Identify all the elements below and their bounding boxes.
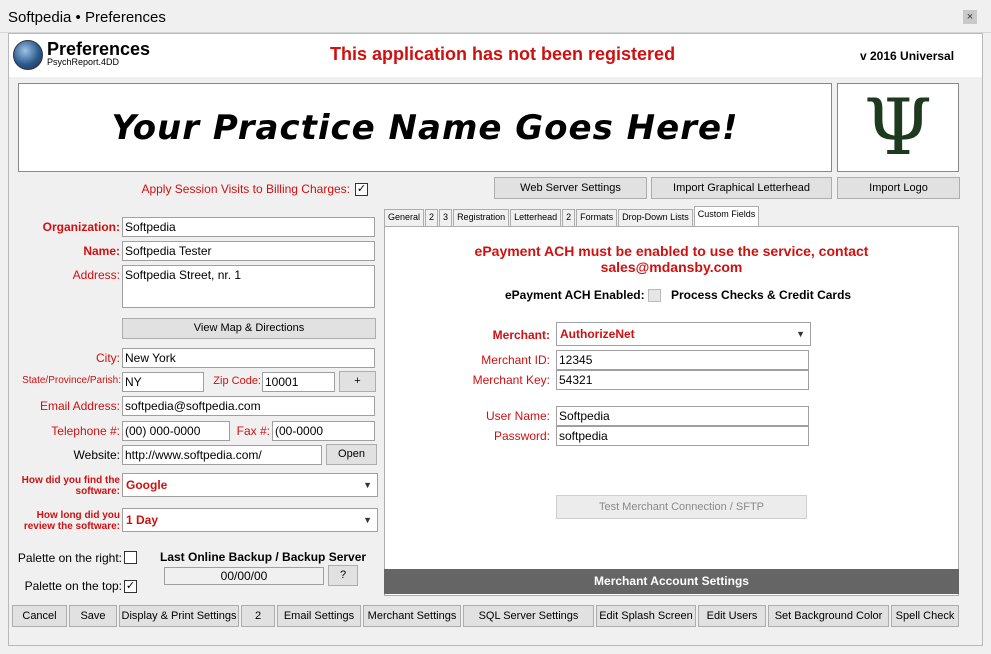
name-field[interactable]: Softpedia Tester — [122, 241, 375, 261]
globe-icon — [13, 40, 43, 70]
merchant-key-label: Merchant Key: — [472, 373, 550, 387]
telephone-label: Telephone #: — [51, 424, 120, 438]
import-letterhead-button[interactable]: Import Graphical Letterhead — [651, 177, 832, 199]
password-label: Password: — [493, 429, 550, 443]
add-zip-button[interactable]: + — [339, 371, 376, 392]
email-settings-button[interactable]: Email Settings — [277, 605, 361, 627]
tab-general-2[interactable]: 2 — [425, 209, 439, 226]
close-icon[interactable]: × — [963, 10, 977, 24]
merchant-select[interactable]: AuthorizeNet ▼ — [556, 322, 811, 346]
display-print-settings-2-button[interactable]: 2 — [241, 605, 275, 627]
backup-help-button[interactable]: ? — [328, 565, 358, 586]
import-logo-button[interactable]: Import Logo — [837, 177, 960, 199]
backup-title: Last Online Backup / Backup Server — [160, 550, 367, 564]
found-label: How did you find the software: — [21, 475, 120, 497]
email-label: Email Address: — [39, 399, 120, 413]
name-label: Name: — [83, 244, 120, 258]
merchant-id-label: Merchant ID: — [481, 353, 550, 367]
edit-users-button[interactable]: Edit Users — [698, 605, 766, 627]
ach-enabled-label: ePayment ACH Enabled: — [505, 288, 645, 302]
test-merchant-connection-button[interactable]: Test Merchant Connection / SFTP — [556, 495, 807, 519]
backup-date: 00/00/00 — [164, 567, 324, 585]
apply-session-checkbox[interactable]: ✓ — [355, 183, 368, 196]
username-label: User Name: — [485, 409, 550, 423]
telephone-field[interactable]: (00) 000-0000 — [122, 421, 230, 441]
merchant-id-field[interactable]: 12345 — [556, 350, 809, 370]
city-field[interactable]: New York — [122, 348, 375, 368]
tab-drop-down-lists[interactable]: Drop-Down Lists — [618, 209, 693, 226]
organization-label: Organization: — [42, 220, 120, 234]
merchant-account-footer: Merchant Account Settings — [384, 569, 959, 594]
state-field[interactable]: NY — [122, 372, 204, 392]
website-label: Website: — [73, 448, 120, 462]
tab-general-3[interactable]: 3 — [439, 209, 453, 226]
window-title: Softpedia • Preferences — [8, 9, 166, 26]
chevron-down-icon: ▼ — [796, 329, 805, 339]
palette-right-checkbox[interactable] — [124, 551, 137, 564]
sql-server-settings-button[interactable]: SQL Server Settings — [463, 605, 594, 627]
email-field[interactable]: softpedia@softpedia.com — [122, 396, 375, 416]
fax-field[interactable]: (00-0000 — [272, 421, 375, 441]
view-map-button[interactable]: View Map & Directions — [122, 318, 376, 339]
set-background-color-button[interactable]: Set Background Color — [768, 605, 889, 627]
palette-right-label: Palette on the right: — [17, 551, 122, 565]
palette-top-checkbox[interactable]: ✓ — [124, 580, 137, 593]
display-print-settings-button[interactable]: Display & Print Settings — [119, 605, 239, 627]
merchant-label: Merchant: — [492, 328, 550, 342]
tab-formats[interactable]: Formats — [576, 209, 618, 226]
tab-general[interactable]: General — [384, 209, 425, 226]
password-field[interactable]: softpedia — [556, 426, 809, 446]
chevron-down-icon: ▼ — [363, 515, 372, 525]
apply-session-label: Apply Session Visits to Billing Charges: — [141, 182, 350, 196]
psi-logo[interactable]: Ψ — [837, 83, 959, 173]
ach-description: Process Checks & Credit Cards — [671, 288, 852, 302]
organization-field[interactable]: Softpedia — [122, 217, 375, 237]
version-label: v 2016 Universal — [860, 49, 955, 63]
merchant-settings-button[interactable]: Merchant Settings — [363, 605, 461, 627]
found-select[interactable]: Google ▼ — [122, 473, 378, 497]
database-name: PsychReport.4DD — [47, 57, 120, 67]
tab-letterhead-2[interactable]: 2 — [562, 209, 576, 226]
edit-splash-screen-button[interactable]: Edit Splash Screen — [596, 605, 696, 627]
letterhead-banner[interactable]: Your Practice Name Goes Here! — [18, 83, 832, 172]
state-label: State/Province/Parish: — [22, 375, 121, 386]
title-bar: Softpedia • Preferences × — [0, 0, 991, 33]
cancel-button[interactable]: Cancel — [12, 605, 67, 627]
tab-letterhead[interactable]: Letterhead — [510, 209, 562, 226]
tab-registration[interactable]: Registration — [453, 209, 510, 226]
tab-custom-fields[interactable]: Custom Fields — [693, 206, 760, 226]
address-label: Address: — [72, 268, 120, 282]
registration-warning: This application has not been registered — [330, 44, 676, 64]
save-button[interactable]: Save — [69, 605, 117, 627]
review-select[interactable]: 1 Day ▼ — [122, 508, 378, 532]
epayment-warning: ePayment ACH must be enabled to use the … — [474, 243, 869, 275]
fax-label: Fax #: — [236, 424, 270, 438]
address-field[interactable]: Softpedia Street, nr. 1 — [122, 265, 375, 308]
palette-top-label: Palette on the top: — [24, 579, 122, 593]
spell-check-button[interactable]: Spell Check — [891, 605, 959, 627]
website-field[interactable]: http://www.softpedia.com/ — [122, 445, 322, 465]
web-server-settings-button[interactable]: Web Server Settings — [494, 177, 647, 199]
city-label: City: — [96, 351, 120, 365]
preferences-tabs: General 2 3 Registration Letterhead 2 Fo… — [384, 206, 760, 226]
review-label: How long did you review the software: — [23, 510, 120, 532]
username-field[interactable]: Softpedia — [556, 406, 809, 426]
zip-label: Zip Code: — [213, 375, 261, 387]
zip-field[interactable]: 10001 — [262, 372, 335, 392]
ach-enabled-checkbox[interactable] — [648, 289, 661, 302]
merchant-key-field[interactable]: 54321 — [556, 370, 809, 390]
chevron-down-icon: ▼ — [363, 480, 372, 490]
open-website-button[interactable]: Open — [326, 444, 377, 465]
